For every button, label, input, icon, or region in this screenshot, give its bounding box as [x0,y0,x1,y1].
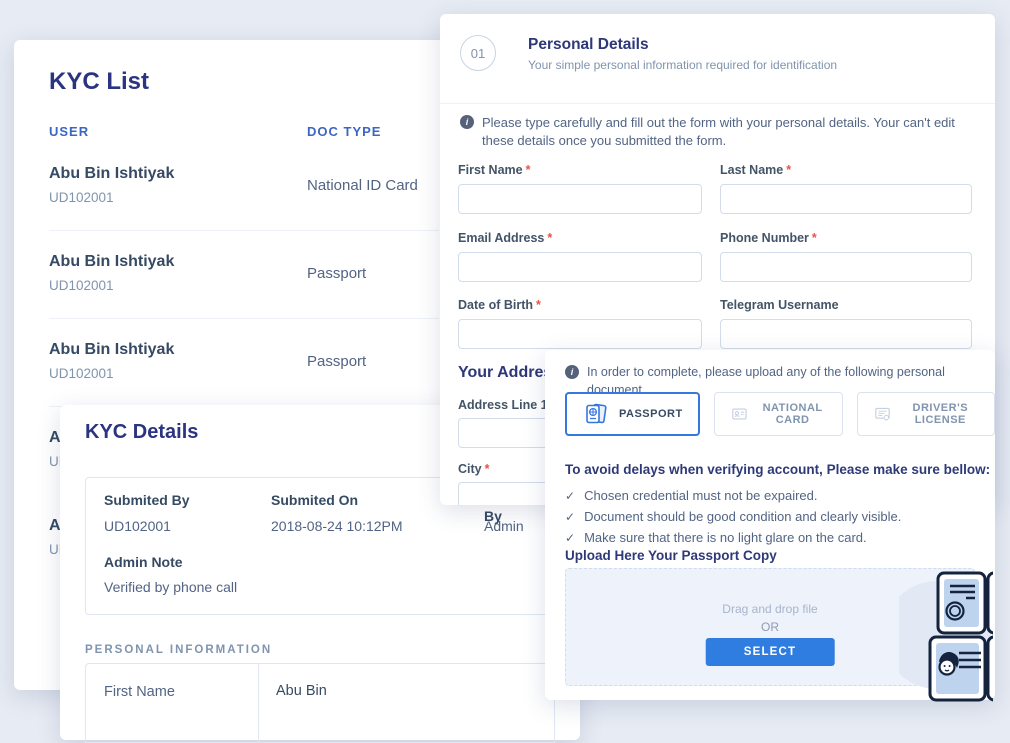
submitted-by-label: Submited By [104,492,190,508]
personal-information-heading: PERSONAL INFORMATION [85,644,272,656]
doc-option-label: PASSPORT [619,408,683,420]
row-divider [49,318,439,319]
first-name-label: First Name* [458,163,530,177]
check-icon: ✓ [565,489,575,503]
column-header-doc-type: DOC TYPE [307,124,381,139]
row-divider [49,230,439,231]
id-cards-graphic [899,565,993,707]
user-name: Abu Bin Ishtiyak [49,165,174,183]
kyc-list-row[interactable]: Abu Bin Ishtiyak UD102001 National ID Ca… [49,165,454,231]
personal-details-title: Personal Details [528,36,649,54]
checklist-item: ✓ Chosen credential must not be expaired… [565,488,817,503]
document-type-options: PASSPORT NATIONAL CARD DRIVER'S LICENSE [565,392,995,436]
first-name-input[interactable] [458,184,702,214]
user-id: UD102001 [49,366,114,381]
last-name-label: Last Name* [720,163,791,177]
required-mark: * [812,231,817,245]
step-number-badge: 01 [460,35,496,71]
required-mark: * [547,231,552,245]
kyc-list-row[interactable]: Abu Bin Ishtiyak UD102001 Passport [49,253,454,319]
checklist-heading: To avoid delays when verifying account, … [565,462,990,477]
info-row-value: Abu Bin [276,683,327,699]
kyc-list-row[interactable]: Abu Bin Ishtiyak UD102001 Passport [49,341,454,407]
national-card-option-button[interactable]: NATIONAL CARD [714,392,843,436]
doc-type: National ID Card [307,177,418,194]
date-of-birth-input[interactable] [458,319,702,349]
drivers-license-option-button[interactable]: DRIVER'S LICENSE [857,392,995,436]
user-id: UD102001 [49,190,114,205]
id-cards-illustration [899,565,993,707]
address-line-1-label: Address Line 1* [458,398,556,412]
check-icon: ✓ [565,531,575,545]
passport-option-button[interactable]: PASSPORT [565,392,700,436]
user-id: UD102001 [49,278,114,293]
telegram-username-input[interactable] [720,319,972,349]
checklist-item: ✓ Document should be good condition and … [565,509,901,524]
city-label: City* [458,462,490,476]
drivers-license-icon [873,403,892,425]
info-icon: i [565,365,579,379]
note-text: Please type carefully and fill out the f… [482,114,965,150]
admin-note-value: Verified by phone call [104,579,237,595]
national-card-icon [730,403,749,425]
checklist-item: ✓ Make sure that there is no light glare… [565,530,867,545]
personal-information-table: First Name Abu Bin [85,663,555,743]
admin-note-label: Admin Note [104,554,183,570]
email-address-label: Email Address* [458,231,552,245]
required-mark: * [485,462,490,476]
user-name: Abu Bin Ishtiyak [49,253,174,271]
personal-details-subtitle: Your simple personal information require… [528,58,837,72]
required-mark: * [526,163,531,177]
checked-by-value: Admin [484,518,524,534]
telegram-username-label: Telegram Username [720,298,842,312]
header-divider [440,103,995,104]
form-info-note: i Please type carefully and fill out the… [460,114,965,150]
column-header-user: USER [49,124,89,139]
passport-icon [582,403,609,425]
kyc-list-title: KYC List [49,68,149,96]
doc-type: Passport [307,353,366,370]
user-name: Abu Bin Ishtiyak [49,341,174,359]
submitted-on-value: 2018-08-24 10:12PM [271,518,403,534]
info-row-label: First Name [104,684,175,700]
required-mark: * [786,163,791,177]
info-icon: i [460,115,474,129]
kyc-details-title: KYC Details [85,421,198,444]
date-of-birth-label: Date of Birth* [458,298,541,312]
select-file-button[interactable]: SELECT [706,638,835,666]
phone-number-label: Phone Number* [720,231,817,245]
doc-option-label: DRIVER'S LICENSE [902,402,979,426]
last-name-input[interactable] [720,184,972,214]
table-column-divider [258,664,259,742]
email-address-input[interactable] [458,252,702,282]
doc-option-label: NATIONAL CARD [759,402,827,426]
kyc-admin-page: { "icons": { "check": "✓", "info": "i" }… [0,0,1010,714]
submitted-on-label: Submited On [271,492,358,508]
doc-type: Passport [307,265,366,282]
phone-number-input[interactable] [720,252,972,282]
submitted-by-value: UD102001 [104,518,171,534]
upload-heading: Upload Here Your Passport Copy [565,548,777,563]
check-icon: ✓ [565,510,575,524]
required-mark: * [536,298,541,312]
